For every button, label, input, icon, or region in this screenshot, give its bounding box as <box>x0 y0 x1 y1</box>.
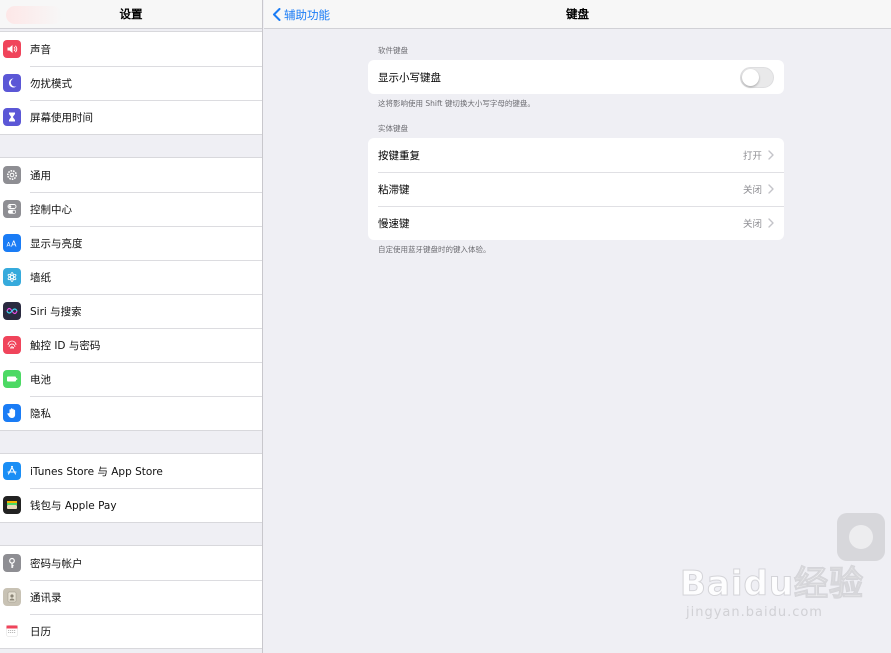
sidebar-item-label: 隐私 <box>30 407 51 420</box>
sidebar-item[interactable]: 钱包与 Apple Pay <box>0 488 262 522</box>
assistive-touch-button[interactable] <box>837 513 885 561</box>
svg-text:A: A <box>11 240 17 249</box>
calendar-icon <box>3 622 21 640</box>
sidebar-item-label: 屏幕使用时间 <box>30 111 93 124</box>
battery-icon <box>3 370 21 388</box>
siri-icon <box>3 302 21 320</box>
slow-keys-row[interactable]: 慢速键 关闭 <box>368 206 784 240</box>
sidebar-item[interactable]: 屏幕使用时间 <box>0 100 262 134</box>
contacts-icon <box>3 588 21 606</box>
back-button-label: 辅助功能 <box>284 7 330 22</box>
hourglass-icon <box>3 108 21 126</box>
sidebar-item[interactable]: 日历 <box>0 614 262 648</box>
app-store-icon <box>3 462 21 480</box>
back-button[interactable]: 辅助功能 <box>272 0 330 29</box>
key-repeat-label: 按键重复 <box>378 149 420 162</box>
key-icon <box>3 554 21 572</box>
sidebar-item-label: 显示与亮度 <box>30 237 83 250</box>
moon-icon <box>3 74 21 92</box>
sidebar-groups: 声音勿扰模式屏幕使用时间 通用控制中心 A A 显示与亮度墙纸 Siri 与搜索触控 ID… <box>0 29 262 649</box>
chevron-right-icon <box>768 150 774 160</box>
sidebar-item-label: 电池 <box>30 373 51 386</box>
wallet-icon <box>3 496 21 514</box>
chevron-right-icon <box>768 218 774 228</box>
sidebar-item-label: 密码与帐户 <box>30 557 83 570</box>
sidebar-item-label: iTunes Store 与 App Store <box>30 465 163 478</box>
sidebar-item-label: 通用 <box>30 169 51 182</box>
page-title: 键盘 <box>566 7 589 21</box>
software-keyboard-header: 软件键盘 <box>378 46 408 55</box>
sidebar-item-label: 日历 <box>30 625 51 638</box>
header-highlight <box>6 6 62 24</box>
sidebar-group: 密码与帐户通讯录日历 <box>0 545 262 649</box>
sidebar-item-label: 墙纸 <box>30 271 51 284</box>
toggle-knob <box>742 68 759 86</box>
sidebar-item[interactable]: Siri 与搜索 <box>0 294 262 328</box>
show-lowercase-keys-label: 显示小写键盘 <box>378 71 441 84</box>
sidebar-item[interactable]: 电池 <box>0 362 262 396</box>
hardware-keyboard-card: 按键重复 打开 粘滞键 关闭 慢速键 关闭 <box>368 138 784 240</box>
sidebar-item[interactable]: iTunes Store 与 App Store <box>0 454 262 488</box>
sidebar-item[interactable]: 隐私 <box>0 396 262 430</box>
settings-content: 软件键盘 显示小写键盘 这将影响使用 Shift 键切换大小写字母的键盘。 实体… <box>368 45 784 256</box>
software-keyboard-card: 显示小写键盘 <box>368 60 784 94</box>
hardware-keyboard-footer: 自定使用蓝牙键盘时的键入体验。 <box>378 245 491 254</box>
speaker-icon <box>3 40 21 58</box>
sidebar-group: 声音勿扰模式屏幕使用时间 <box>0 31 262 135</box>
sidebar-item[interactable]: 勿扰模式 <box>0 66 262 100</box>
sidebar-item-label: 控制中心 <box>30 203 72 216</box>
sidebar-item[interactable]: 墙纸 <box>0 260 262 294</box>
sidebar-item[interactable]: A A 显示与亮度 <box>0 226 262 260</box>
sidebar-group: iTunes Store 与 App Store 钱包与 Apple Pay <box>0 453 262 523</box>
sticky-keys-label: 粘滞键 <box>378 183 410 196</box>
sidebar-item-label: 声音 <box>30 43 51 56</box>
text-size-icon: AA <box>3 234 21 252</box>
key-repeat-value: 打开 <box>742 151 762 162</box>
keyboard-settings-pane: 辅助功能 键盘 软件键盘 显示小写键盘 这将影响使用 Shift 键切换大小写字… <box>264 0 891 653</box>
navigation-bar: 辅助功能 键盘 <box>264 0 891 29</box>
gear-icon <box>3 166 21 184</box>
sidebar-group: 通用控制中心 A A 显示与亮度墙纸 Siri 与搜索触控 ID 与密码 电池隐私 <box>0 157 262 431</box>
hand-icon <box>3 404 21 422</box>
switches-icon <box>3 200 21 218</box>
assistive-touch-dot <box>849 525 873 549</box>
fingerprint-icon <box>3 336 21 354</box>
sidebar-item[interactable]: 控制中心 <box>0 192 262 226</box>
sidebar-item-label: 触控 ID 与密码 <box>30 339 101 352</box>
sidebar-item[interactable]: 通讯录 <box>0 580 262 614</box>
sidebar-item-label: 通讯录 <box>30 591 62 604</box>
slow-keys-value: 关闭 <box>742 219 762 230</box>
sidebar-item-label: 钱包与 Apple Pay <box>30 499 117 512</box>
sticky-keys-value: 关闭 <box>742 185 762 196</box>
show-lowercase-keys-row: 显示小写键盘 <box>368 60 784 94</box>
sidebar-item-label: Siri 与搜索 <box>30 305 82 318</box>
hardware-keyboard-header: 实体键盘 <box>378 124 408 133</box>
sticky-keys-row[interactable]: 粘滞键 关闭 <box>368 172 784 206</box>
settings-sidebar: 设置 声音勿扰模式屏幕使用时间 通用控制中心 A A 显示与亮度墙纸 Siri 与搜索触控… <box>0 0 263 653</box>
show-lowercase-keys-toggle[interactable] <box>740 66 774 88</box>
sidebar-item[interactable]: 密码与帐户 <box>0 546 262 580</box>
software-keyboard-footer: 这将影响使用 Shift 键切换大小写字母的键盘。 <box>378 99 535 108</box>
sidebar-item[interactable]: 声音 <box>0 32 262 66</box>
slow-keys-label: 慢速键 <box>378 217 410 230</box>
sidebar-item-label: 勿扰模式 <box>30 77 72 90</box>
flower-icon <box>3 268 21 286</box>
sidebar-title: 设置 <box>119 7 143 21</box>
chevron-left-icon <box>273 8 281 21</box>
sidebar-item[interactable]: 触控 ID 与密码 <box>0 328 262 362</box>
sidebar-item[interactable]: 通用 <box>0 158 262 192</box>
chevron-right-icon <box>768 184 774 194</box>
key-repeat-row[interactable]: 按键重复 打开 <box>368 138 784 172</box>
sidebar-header: 设置 <box>0 0 262 29</box>
